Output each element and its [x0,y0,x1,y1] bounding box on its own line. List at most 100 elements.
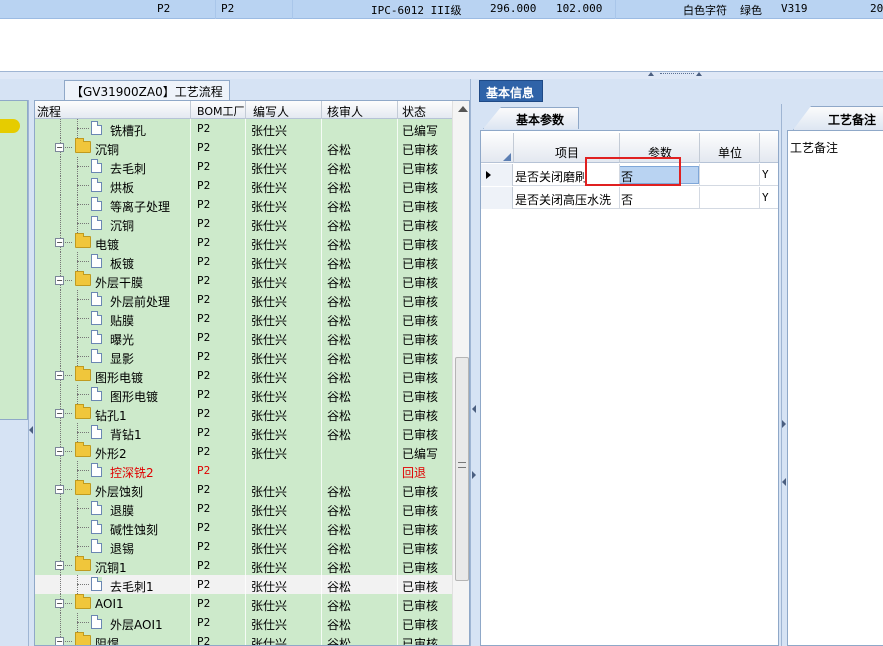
column-header-writer[interactable]: 编写人 [253,103,289,120]
factory-cell: P2 [197,255,211,268]
tree-step-row[interactable]: 背钻1 P2 张仕兴 谷松 已审核 [35,423,452,442]
tree-step-row[interactable]: 退膜 P2 张仕兴 谷松 已审核 [35,499,452,518]
column-header-unit[interactable]: 单位 [718,144,742,161]
column-header-value[interactable]: 参数 [648,144,672,161]
collapse-node-icon[interactable]: − [55,447,64,456]
scrollbar-thumb[interactable] [455,357,469,581]
tree-group-row[interactable]: − AOI1 P2 张仕兴 谷松 已审核 [35,594,452,613]
tree-step-row[interactable]: 烘板 P2 张仕兴 谷松 已审核 [35,176,452,195]
middle-splitter[interactable] [470,79,477,646]
document-icon [91,178,102,192]
tree-group-row[interactable]: − 电镀 P2 张仕兴 谷松 已审核 [35,233,452,252]
column-header-status[interactable]: 状态 [402,103,426,120]
selected-order-row[interactable]: P2 P2 IPC-6012 III级 296.000 102.000 白色字符… [0,0,883,19]
reviewer-cell: 谷松 [327,637,352,646]
process-notes-panel[interactable]: 工艺备注 [787,130,883,646]
writer-cell: 张仕兴 [251,447,288,461]
tree-step-row[interactable]: 外层前处理 P2 张仕兴 谷松 已审核 [35,290,452,309]
tree-group-row[interactable]: − 钻孔1 P2 张仕兴 谷松 已审核 [35,404,452,423]
tree-step-row[interactable]: 碱性蚀刻 P2 张仕兴 谷松 已审核 [35,518,452,537]
column-header-factory[interactable]: BOM工厂 [197,103,245,119]
factory-cell: P2 [197,179,211,192]
column-divider [245,499,246,518]
column-divider [321,366,322,385]
collapse-arrow-icon[interactable] [29,426,33,434]
param-row[interactable]: 是否关闭磨刷 否 Y [481,164,778,186]
tree-step-row[interactable]: 沉铜 P2 张仕兴 谷松 已审核 [35,214,452,233]
collapse-node-icon[interactable]: − [55,637,64,645]
step-name-cell: 沉铜1 [95,561,127,575]
tree-group-row[interactable]: − 沉铜 P2 张仕兴 谷松 已审核 [35,138,452,157]
column-header-item[interactable]: 项目 [555,144,579,161]
splitter-grip-icon[interactable] [660,73,694,76]
column-divider [321,119,322,138]
tree-step-row[interactable]: 等离子处理 P2 张仕兴 谷松 已审核 [35,195,452,214]
collapse-node-icon[interactable]: − [55,409,64,418]
tab-basic-params[interactable]: 基本参数 [483,107,579,129]
collapse-node-icon[interactable]: − [55,561,64,570]
tree-group-row[interactable]: − 外层蚀刻 P2 张仕兴 谷松 已审核 [35,480,452,499]
tab-basic-info[interactable]: 基本信息 [479,80,543,102]
param-value-cell[interactable]: 否 [621,168,633,185]
collapse-node-icon[interactable]: − [55,276,64,285]
document-icon [91,387,102,401]
column-divider [321,157,322,176]
scroll-up-icon[interactable] [458,106,468,112]
step-name-cell: 沉铜 [110,219,135,233]
expand-arrow-icon[interactable] [472,471,476,479]
collapse-node-icon[interactable]: − [55,371,64,380]
process-grid-scrollbar[interactable] [452,101,469,645]
tree-step-row[interactable]: 曝光 P2 张仕兴 谷松 已审核 [35,328,452,347]
row-indicator[interactable] [481,164,513,186]
speech-bubble-icon[interactable] [0,119,20,133]
tree-step-row[interactable]: 退锡 P2 张仕兴 谷松 已审核 [35,537,452,556]
expand-arrow-icon[interactable] [782,420,786,428]
column-divider [321,290,322,309]
tree-step-row[interactable]: 贴膜 P2 张仕兴 谷松 已审核 [35,309,452,328]
column-divider [397,480,398,499]
tree-step-row[interactable]: 去毛刺1 P2 张仕兴 谷松 已审核 [35,575,452,594]
tree-step-row[interactable]: 图形电镀 P2 张仕兴 谷松 已审核 [35,385,452,404]
tab-process-notes[interactable]: 工艺备注 [793,106,883,130]
tree-step-row[interactable]: 板镀 P2 张仕兴 谷松 已审核 [35,252,452,271]
tree-group-row[interactable]: − 外形2 P2 张仕兴 已编写 [35,442,452,461]
column-divider [321,101,322,119]
column-divider [190,157,191,176]
document-icon [91,539,102,553]
param-row[interactable]: 是否关闭高压水洗否 Y [481,187,778,209]
column-divider [190,442,191,461]
step-name-cell: 退锡 [110,542,135,556]
collapse-node-icon[interactable]: − [55,143,64,152]
collapse-node-icon[interactable]: − [55,599,64,608]
tree-group-row[interactable]: − 外层干膜 P2 张仕兴 谷松 已审核 [35,271,452,290]
select-all-corner-icon[interactable] [503,153,511,161]
tree-step-row[interactable]: 外层AOI1 P2 张仕兴 谷松 已审核 [35,613,452,632]
collapsed-left-panel[interactable] [0,100,28,420]
process-flow-tab[interactable]: 【GV31900ZA0】工艺流程 [64,80,230,100]
factory-cell: P2 [197,198,211,211]
column-divider [190,328,191,347]
row-indicator[interactable] [481,187,513,209]
tree-step-row[interactable]: 铣槽孔 P2 张仕兴 已编写 [35,119,452,138]
column-header-flow[interactable]: 流程 [37,103,61,120]
collapse-node-icon[interactable]: − [55,238,64,247]
collapse-arrow-icon[interactable] [472,405,476,413]
tree-step-row[interactable]: 去毛刺 P2 张仕兴 谷松 已审核 [35,157,452,176]
tree-step-row[interactable]: 显影 P2 张仕兴 谷松 已审核 [35,347,452,366]
horizontal-splitter[interactable] [0,71,883,79]
splitter-arrow-icon[interactable] [696,72,702,76]
splitter-arrow-icon[interactable] [648,72,654,76]
column-header-reviewer[interactable]: 核审人 [327,103,363,120]
column-divider [245,309,246,328]
collapse-arrow-icon[interactable] [782,478,786,486]
tree-guide-line [60,518,61,537]
param-value-cell[interactable]: 否 [621,191,633,208]
tree-step-row[interactable]: 控深铣2 P2 回退 [35,461,452,480]
reviewer-cell: 谷松 [327,219,352,233]
reviewer-cell: 谷松 [327,200,352,214]
tree-group-row[interactable]: − 阻焊 P2 张仕兴 谷松 已审核 [35,632,452,646]
collapse-node-icon[interactable]: − [55,485,64,494]
tree-group-row[interactable]: − 图形电镀 P2 张仕兴 谷松 已审核 [35,366,452,385]
tree-group-row[interactable]: − 沉铜1 P2 张仕兴 谷松 已审核 [35,556,452,575]
factory-cell: P2 [197,597,211,610]
